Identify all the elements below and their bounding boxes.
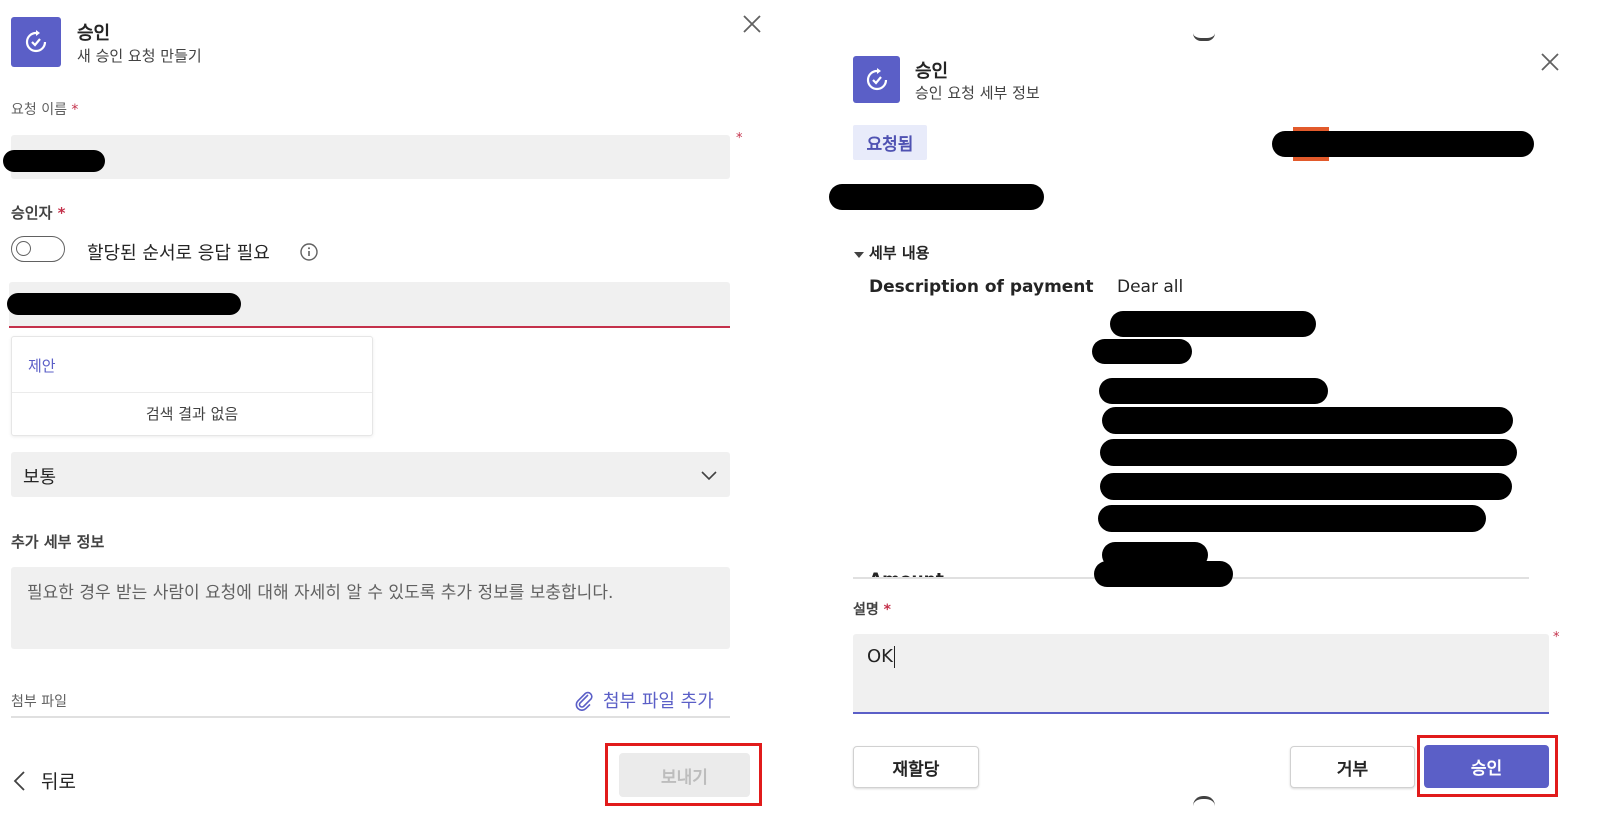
paperclip-icon [573, 689, 595, 711]
approve-label: 승인 [1470, 759, 1503, 779]
divider [11, 716, 730, 718]
send-button[interactable]: 보내기 [619, 753, 750, 797]
send-label: 보내기 [661, 767, 708, 788]
chevron-down-icon [700, 466, 718, 484]
priority-dropdown[interactable]: 보통 [11, 452, 730, 497]
redacted-text [1099, 378, 1328, 404]
close-icon[interactable] [741, 13, 763, 35]
priority-value: 보통 [23, 467, 57, 488]
redacted-text [1100, 439, 1517, 466]
approvers-label: 승인자 * [11, 202, 65, 223]
divider [12, 392, 372, 393]
sequential-toggle[interactable] [11, 236, 65, 262]
details-textarea[interactable]: 필요한 경우 받는 사람이 요청에 대해 자세히 알 수 있도록 추가 정보를 … [11, 567, 730, 649]
reject-button[interactable]: 거부 [1290, 746, 1415, 788]
chevron-left-icon [11, 769, 29, 793]
description-value: Dear all [1117, 277, 1184, 297]
comment-label: 설명 * [853, 599, 891, 619]
right-app-title: 승인 [915, 61, 949, 82]
add-attachment-label: 첨부 파일 추가 [603, 691, 714, 712]
back-button[interactable]: 뒤로 [11, 767, 76, 794]
right-app-subtitle: 승인 요청 세부 정보 [915, 84, 1040, 102]
left-app-title: 승인 [77, 23, 111, 44]
details-section-label: 세부 내용 [869, 244, 930, 262]
redacted-text [1098, 505, 1486, 532]
required-mark: * [878, 602, 891, 618]
suggestions-header: 제안 [28, 357, 56, 375]
required-mark: * [1553, 630, 1560, 645]
reassign-label: 재할당 [892, 759, 940, 780]
request-name-label: 요청 이름 * [11, 99, 78, 119]
comment-label-text: 설명 [853, 602, 879, 618]
text-cursor [893, 646, 895, 668]
approvals-app-icon [853, 56, 900, 103]
toggle-knob [16, 241, 31, 256]
refresh-check-icon [25, 30, 47, 53]
approvers-label-text: 승인자 [11, 204, 53, 222]
redacted-text [1110, 311, 1316, 337]
toggle-label: 할당된 순서로 응답 필요 [87, 243, 270, 264]
redacted-text [829, 184, 1044, 210]
details-section-header[interactable]: 세부 내용 [853, 242, 929, 263]
redacted-text [1092, 339, 1192, 364]
refresh-check-icon [866, 67, 887, 90]
comment-textarea[interactable]: OK [853, 634, 1549, 714]
back-label: 뒤로 [41, 771, 76, 793]
comment-text: OK [867, 646, 893, 667]
redacted-text [1100, 473, 1512, 500]
scroll-edge [1193, 796, 1215, 806]
caret-down-icon [853, 247, 865, 259]
details-placeholder: 필요한 경우 받는 사람이 요청에 대해 자세히 알 수 있도록 추가 정보를 … [27, 583, 614, 603]
attachments-label: 첨부 파일 [11, 694, 67, 710]
reassign-button[interactable]: 재할당 [853, 746, 979, 788]
approve-button[interactable]: 승인 [1424, 745, 1549, 788]
redacted-text [1094, 561, 1233, 587]
required-mark: * [52, 204, 66, 222]
reject-label: 거부 [1336, 759, 1369, 780]
redacted-text [1272, 131, 1534, 157]
comment-value: OK [867, 646, 895, 668]
suggestions-empty: 검색 결과 없음 [145, 405, 239, 423]
left-app-subtitle: 새 승인 요청 만들기 [77, 47, 202, 65]
info-icon[interactable] [299, 242, 319, 262]
redacted-text [1102, 407, 1513, 434]
redacted-text [3, 150, 105, 172]
close-icon[interactable] [1539, 51, 1561, 73]
required-mark: * [736, 131, 743, 146]
suggestions-dropdown: 제안 검색 결과 없음 [11, 336, 373, 436]
request-name-label-text: 요청 이름 [11, 102, 67, 118]
add-attachment-link[interactable]: 첨부 파일 추가 [573, 687, 714, 713]
required-mark: * [66, 102, 79, 118]
request-name-input[interactable] [11, 135, 730, 179]
approvals-app-icon [11, 17, 61, 67]
redacted-text [7, 293, 241, 315]
description-key: Description of payment [869, 277, 1094, 297]
scroll-edge [1193, 33, 1215, 41]
status-badge: 요청됨 [853, 125, 927, 160]
details-label: 추가 세부 정보 [11, 533, 105, 551]
